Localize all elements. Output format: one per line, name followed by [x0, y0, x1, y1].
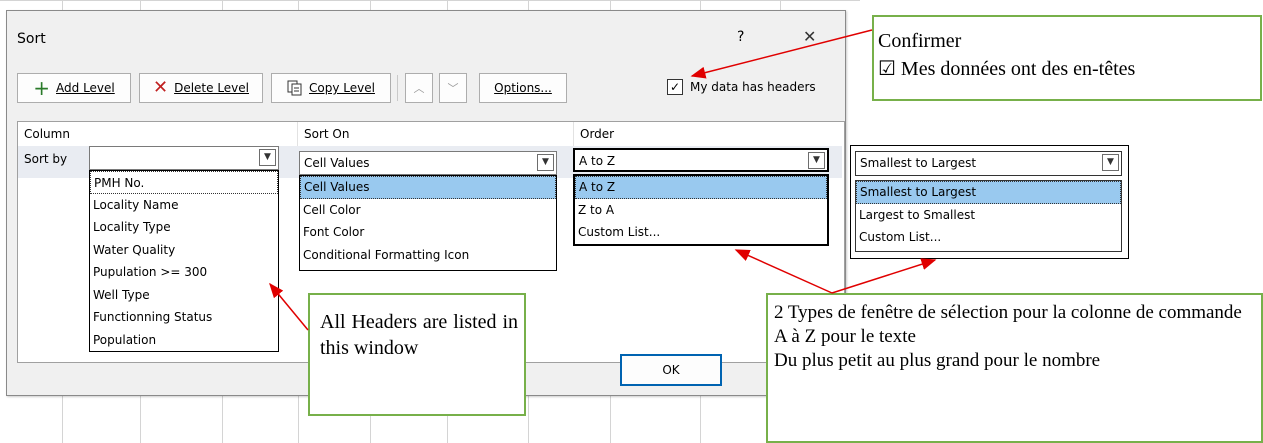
annotation-arrows: [269, 29, 937, 331]
